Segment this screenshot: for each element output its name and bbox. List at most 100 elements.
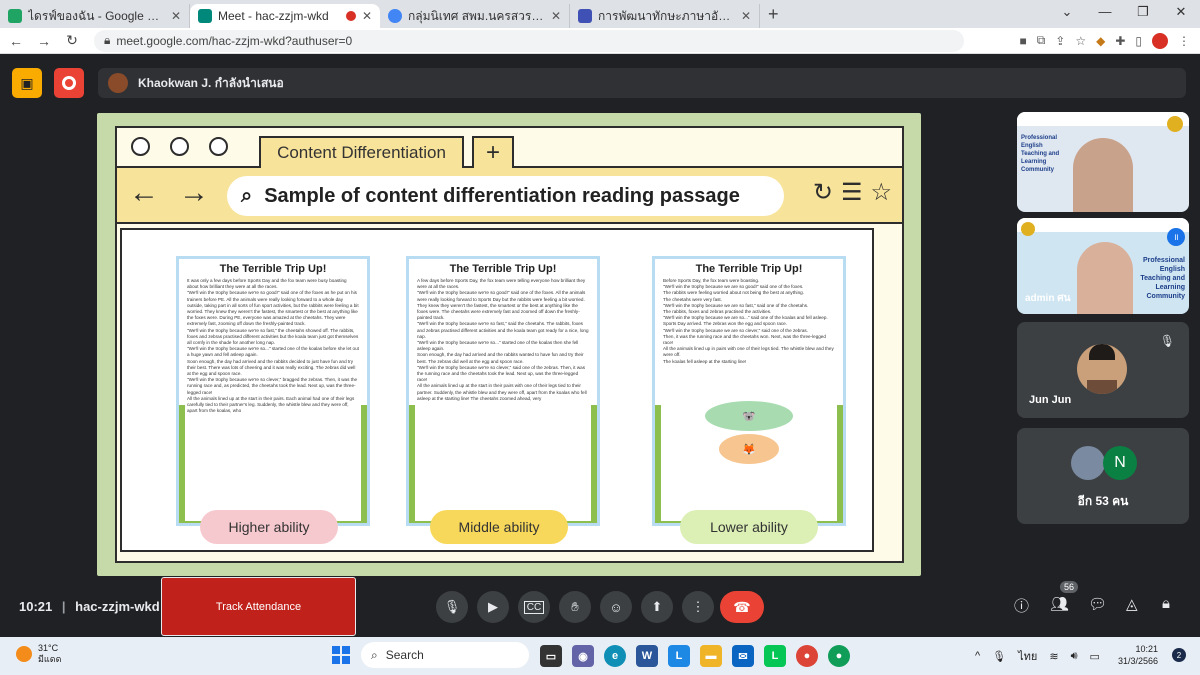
l-app-icon[interactable]: L — [668, 645, 690, 667]
participant-tile-others[interactable]: N อีก 53 คน — [1017, 428, 1189, 524]
new-tab-button[interactable]: + — [768, 4, 779, 25]
menu-dots-icon[interactable]: ⋮ — [1178, 34, 1190, 48]
track-attendance-button[interactable]: Track Attendance — [161, 577, 356, 636]
bookmark-star-icon[interactable]: ☆ — [1075, 34, 1086, 48]
weather-temp: 31°C — [38, 643, 59, 653]
system-tray: ^ 🎙︎ ไทย ≋ 🔊︎ ▭ — [975, 647, 1100, 665]
chrome-icon[interactable]: ● — [796, 645, 818, 667]
close-tab-icon[interactable]: ✕ — [551, 9, 561, 23]
recording-dot-icon — [345, 11, 356, 21]
pelc-logo — [1167, 116, 1183, 132]
extension-icon[interactable]: ◆ — [1096, 34, 1105, 48]
participant-tile-jun[interactable]: 🎙︎ Jun Jun — [1017, 322, 1189, 418]
fox-illustration: 🦊 — [719, 434, 779, 464]
participant-video — [1073, 138, 1133, 212]
profile-avatar[interactable] — [1152, 32, 1168, 49]
phone-hangup-icon: ☎ — [733, 598, 751, 615]
browser-tab-meet[interactable]: Meet - hac-zzjm-wkd ✕ — [190, 4, 380, 28]
leave-call-button[interactable]: ☎ — [720, 591, 764, 623]
drive-icon — [8, 9, 22, 23]
slide-tab-label: Content Differentiation — [259, 136, 464, 168]
close-window-button[interactable]: ✕ — [1162, 0, 1200, 28]
window-dot-icon — [131, 137, 150, 156]
people-icon[interactable]: 👥︎ — [1050, 595, 1069, 613]
chrome-active-icon[interactable]: ● — [828, 645, 850, 667]
task-view-icon[interactable]: ▭ — [540, 645, 562, 667]
participant-name: admin ศน — [1025, 293, 1071, 304]
share-icon[interactable]: ⇪ — [1055, 34, 1065, 48]
activities-icon[interactable]: ◬ — [1126, 595, 1138, 613]
mail-icon[interactable]: ✉ — [732, 645, 754, 667]
globe-icon — [388, 9, 402, 23]
pelc-logo — [1021, 222, 1035, 236]
taskbar-search[interactable]: ⌕ Search — [361, 642, 529, 668]
chat-icon[interactable]: 💬︎ — [1088, 595, 1107, 613]
back-icon[interactable]: ← — [4, 33, 28, 49]
video-camera-icon: ▶ — [488, 599, 498, 614]
teams-chat-icon[interactable]: ◉ — [572, 645, 594, 667]
maximize-button[interactable]: ❐ — [1124, 0, 1162, 28]
reload-icon[interactable]: ↻ — [60, 32, 84, 49]
windows-taskbar: 31°C มีแดด ⌕ Search ▭ ◉ e W L ▬ ✉ L ● ● … — [0, 637, 1200, 675]
close-tab-icon[interactable]: ✕ — [362, 9, 372, 23]
notification-badge[interactable]: 2 — [1172, 648, 1186, 662]
presentation-toggle-button[interactable]: ▣ — [12, 68, 42, 98]
minimize-button[interactable]: — — [1086, 0, 1124, 28]
address-bar-row: ← → ↻ 🔒︎ meet.google.com/hac-zzjm-wkd?au… — [0, 28, 1200, 54]
camera-button[interactable]: ▶ — [477, 591, 509, 623]
url-bar[interactable]: 🔒︎ meet.google.com/hac-zzjm-wkd?authuser… — [94, 29, 964, 52]
passage-title: The Terrible Trip Up! — [695, 263, 803, 275]
mic-tray-icon[interactable]: 🎙︎ — [992, 650, 1006, 663]
camera-icon[interactable]: ■ — [1019, 34, 1026, 48]
weather-widget[interactable]: 31°C มีแดด — [16, 643, 61, 665]
tab-title: การพัฒนาทักษะภาษาอังกฤษ English — [598, 8, 735, 23]
slide-search-text: Sample of content differentiation readin… — [264, 184, 740, 207]
more-dots-icon: ⋮ — [691, 599, 705, 614]
file-explorer-icon[interactable]: ▬ — [700, 645, 722, 667]
language-indicator[interactable]: ไทย — [1018, 647, 1037, 665]
volume-icon[interactable]: 🔊︎ — [1071, 650, 1078, 663]
word-icon[interactable]: W — [636, 645, 658, 667]
browser-tab-bar: ไดรฟ์ของฉัน - Google ไดรฟ์ ✕ Meet - hac-… — [0, 0, 1200, 28]
browser-tab-english[interactable]: การพัฒนาทักษะภาษาอังกฤษ English ✕ — [570, 4, 760, 28]
raise-hand-button[interactable]: ✋︎ — [559, 591, 591, 623]
captions-button[interactable]: CC — [518, 591, 550, 623]
battery-icon[interactable]: ▭ — [1090, 650, 1100, 663]
slide-back-arrow-icon: ← — [129, 176, 159, 209]
recording-button[interactable] — [54, 68, 84, 98]
start-button[interactable] — [332, 646, 350, 664]
others-count-label: อีก 53 คน — [1077, 494, 1129, 508]
browser-tab-drive[interactable]: ไดรฟ์ของฉัน - Google ไดรฟ์ ✕ — [0, 4, 190, 28]
chevron-up-icon[interactable]: ^ — [975, 650, 980, 662]
captions-icon: CC — [523, 600, 545, 614]
reactions-button[interactable]: ☺ — [600, 591, 632, 623]
edge-icon[interactable]: e — [604, 645, 626, 667]
lock-icon: 🔒︎ — [104, 33, 111, 47]
tab-search-icon[interactable]: ⌄ — [1048, 0, 1086, 28]
close-tab-icon[interactable]: ✕ — [171, 9, 181, 23]
forward-icon[interactable]: → — [32, 33, 56, 49]
people-count-badge: 56 — [1060, 581, 1079, 593]
line-icon[interactable]: L — [764, 645, 786, 667]
translate-icon[interactable]: ⧉ — [1037, 33, 1046, 48]
participant-tile-2[interactable]: Professional English Teaching and Learni… — [1017, 218, 1189, 314]
mic-icon: 🎙︎ — [443, 599, 461, 614]
browser-tab-nikhet[interactable]: กลุ่มนิเทศ สพม.นครสวรรค์ ✕ — [380, 4, 570, 28]
meet-icon — [198, 9, 212, 23]
present-button[interactable]: ⬆ — [641, 591, 673, 623]
tile-slide-banner — [1017, 112, 1189, 126]
puzzle-icon[interactable]: ✚ — [1115, 34, 1125, 48]
host-controls-icon[interactable]: 🔒︎ — [1162, 595, 1170, 612]
sun-icon — [16, 646, 32, 662]
close-tab-icon[interactable]: ✕ — [741, 9, 751, 23]
passage-body: The Terrible Trip Up! A few days before … — [415, 261, 591, 521]
other-avatar-initial: N — [1103, 446, 1137, 480]
mic-button[interactable]: 🎙︎ — [436, 591, 468, 623]
taskbar-clock[interactable]: 10:21 31/3/2566 — [1118, 643, 1158, 667]
more-options-button[interactable]: ⋮ — [682, 591, 714, 623]
info-icon[interactable]: ⓘ — [1014, 595, 1029, 616]
sidebar-icon[interactable]: ▯ — [1135, 34, 1142, 48]
wifi-icon[interactable]: ≋ — [1049, 650, 1058, 663]
tab-title: กลุ่มนิเทศ สพม.นครสวรรค์ — [408, 8, 545, 23]
participant-tile-1[interactable]: Professional English Teaching and Learni… — [1017, 112, 1189, 212]
